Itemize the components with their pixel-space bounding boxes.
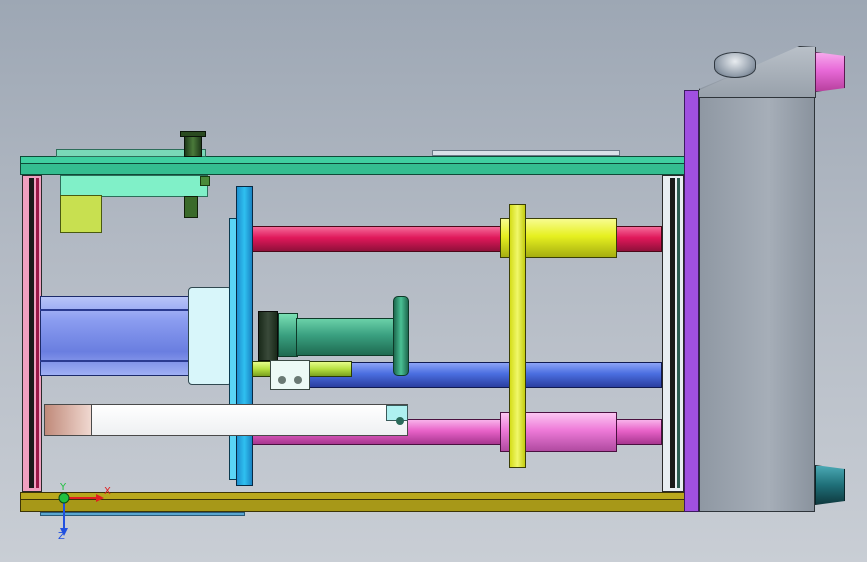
bottom-frame-rail-lower bbox=[20, 500, 686, 512]
top-stud-bolt-head bbox=[180, 131, 206, 137]
white-strip-end bbox=[44, 404, 92, 436]
blue-cylinder-body bbox=[40, 296, 190, 376]
yellow-moving-plate bbox=[509, 204, 526, 468]
top-frame-rail bbox=[20, 156, 686, 164]
left-frame-post-slot bbox=[29, 178, 34, 488]
x-axis-arrowhead bbox=[96, 494, 104, 502]
green-tube bbox=[296, 318, 396, 356]
pin-clamp-block bbox=[270, 360, 310, 390]
teal-outlet-nozzle bbox=[815, 465, 845, 505]
blue-cylinder-stripe-top bbox=[40, 309, 190, 311]
green-tube-flange bbox=[393, 296, 409, 376]
top-mount-clamp bbox=[200, 176, 210, 186]
top-left-mount-block bbox=[60, 195, 102, 233]
dark-coupling bbox=[258, 311, 278, 361]
white-guide-strip bbox=[44, 404, 408, 436]
bottom-frame-rail bbox=[20, 492, 686, 500]
blue-guide-rod bbox=[300, 362, 662, 388]
bracket-screw bbox=[184, 196, 198, 218]
cylinder-end-cap bbox=[188, 287, 232, 385]
cabinet-body bbox=[699, 47, 815, 512]
top-rail-mount-strip bbox=[432, 150, 620, 156]
pin-clamp-screw-1 bbox=[278, 376, 286, 384]
right-frame-post-slot bbox=[670, 178, 675, 488]
magenta-outlet-nozzle bbox=[815, 52, 845, 92]
cyan-fixed-plate bbox=[236, 186, 253, 486]
top-frame-rail-lower bbox=[20, 164, 686, 175]
right-frame-post-slot-inner bbox=[677, 178, 680, 488]
cabinet-side-panel bbox=[684, 90, 699, 512]
blue-cylinder-stripe-bottom bbox=[40, 360, 190, 362]
y-axis-label: Y bbox=[60, 482, 67, 493]
cabinet-top-button bbox=[714, 52, 756, 78]
y-axis-origin bbox=[58, 492, 70, 504]
top-left-mount-bracket bbox=[60, 175, 208, 197]
lower-screw bbox=[396, 417, 404, 425]
x-axis-label: X bbox=[104, 486, 111, 497]
coupling-ring bbox=[278, 313, 298, 357]
left-frame-post-slot-inner bbox=[36, 178, 39, 488]
cad-graphics-viewport[interactable]: X Y Z bbox=[0, 0, 867, 562]
z-axis-label: Z bbox=[58, 531, 65, 542]
pin-clamp-screw-2 bbox=[294, 376, 302, 384]
